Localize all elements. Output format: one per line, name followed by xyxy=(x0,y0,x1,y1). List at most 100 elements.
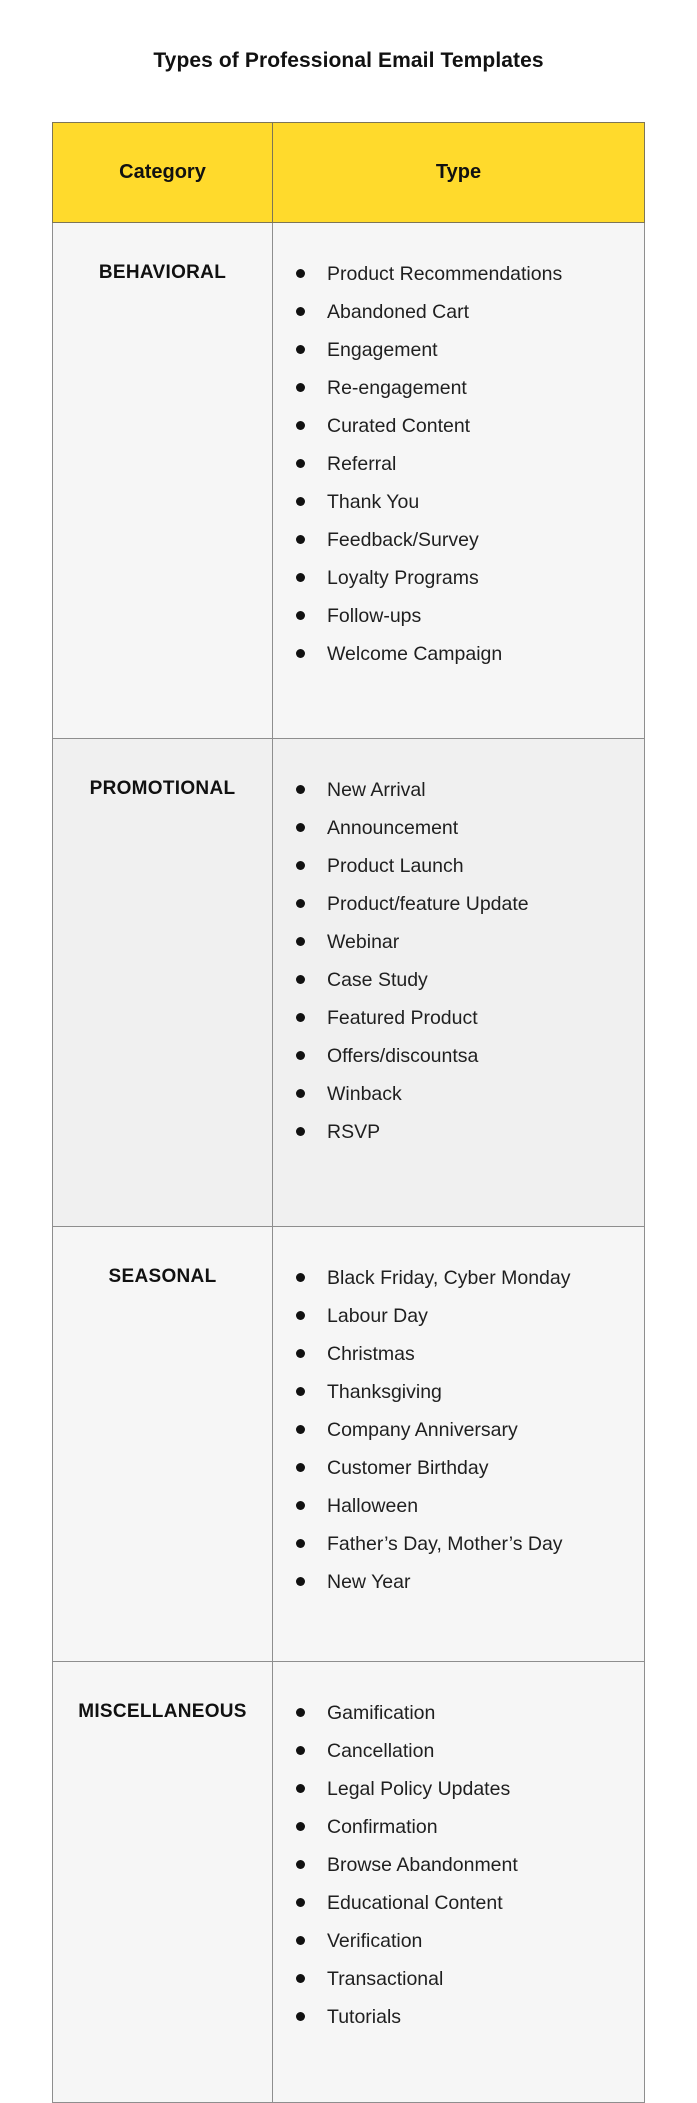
bullet-icon xyxy=(296,1784,305,1793)
list-item-label: Cancellation xyxy=(327,1740,435,1762)
list-item-label: Winback xyxy=(327,1083,402,1105)
list-item-label: Offers/discountsa xyxy=(327,1045,479,1067)
list-item: Labour Day xyxy=(273,1297,644,1335)
bullet-icon xyxy=(296,1311,305,1320)
list-item-label: Black Friday, Cyber Monday xyxy=(327,1267,571,1289)
bullet-icon xyxy=(296,573,305,582)
bullet-icon xyxy=(296,1974,305,1983)
type-cell: Product Recommendations Abandoned Cart Eng… xyxy=(272,222,645,739)
list-item-label: Labour Day xyxy=(327,1305,428,1327)
list-item: Referral xyxy=(273,445,644,483)
list-item-label: Tutorials xyxy=(327,2006,402,2028)
bullet-icon xyxy=(296,1273,305,1282)
list-item: Gamification xyxy=(273,1694,644,1732)
list-item: Cancellation xyxy=(273,1732,644,1770)
list-item: Featured Product xyxy=(273,999,644,1037)
category-cell: MISCELLANEOUS xyxy=(52,1661,273,2103)
list-item: Curated Content xyxy=(273,407,644,445)
list-item-label: Follow-ups xyxy=(327,605,422,627)
bullet-icon xyxy=(296,1539,305,1548)
list-item: Tutorials xyxy=(273,1998,644,2036)
bullet-icon xyxy=(296,1860,305,1869)
list-item-label: Featured Product xyxy=(327,1007,478,1029)
list-item: Welcome Campaign xyxy=(273,635,644,673)
column-header-category: Category xyxy=(52,122,273,223)
list-item-label: Confirmation xyxy=(327,1816,438,1838)
list-item: Abandoned Cart xyxy=(273,293,644,331)
list-item: Product Recommendations xyxy=(273,255,644,293)
list-item-label: Thanksgiving xyxy=(327,1381,442,1403)
type-cell: Gamification Cancellation Legal Policy Upd… xyxy=(272,1661,645,2103)
list-item: New Year xyxy=(273,1563,644,1601)
list-item: Halloween xyxy=(273,1487,644,1525)
list-item: Verification xyxy=(273,1922,644,1960)
list-item-label: Product Recommendations xyxy=(327,263,563,285)
type-list: Gamification Cancellation Legal Policy Upd… xyxy=(273,1694,644,2036)
list-item: Re-engagement xyxy=(273,369,644,407)
bullet-icon xyxy=(296,1463,305,1472)
list-item-label: Gamification xyxy=(327,1702,436,1724)
bullet-icon xyxy=(296,611,305,620)
table-header-row: Category Type xyxy=(52,122,645,223)
bullet-icon xyxy=(296,459,305,468)
bullet-icon xyxy=(296,1936,305,1945)
column-header-type: Type xyxy=(272,122,645,223)
bullet-icon xyxy=(296,345,305,354)
list-item-label: Verification xyxy=(327,1930,423,1952)
list-item: Loyalty Programs xyxy=(273,559,644,597)
list-item: Confirmation xyxy=(273,1808,644,1846)
list-item-label: Company Anniversary xyxy=(327,1419,518,1441)
bullet-icon xyxy=(296,535,305,544)
bullet-icon xyxy=(296,861,305,870)
bullet-icon xyxy=(296,975,305,984)
bullet-icon xyxy=(296,1898,305,1907)
type-list: New Arrival Announcement Product Launch Pro… xyxy=(273,771,644,1151)
list-item: Black Friday, Cyber Monday xyxy=(273,1259,644,1297)
list-item: Legal Policy Updates xyxy=(273,1770,644,1808)
list-item-label: Announcement xyxy=(327,817,459,839)
bullet-icon xyxy=(296,1708,305,1717)
list-item-label: Browse Abandonment xyxy=(327,1854,518,1876)
bullet-icon xyxy=(296,1013,305,1022)
list-item-label: Curated Content xyxy=(327,415,471,437)
bullet-icon xyxy=(296,421,305,430)
list-item: Feedback/Survey xyxy=(273,521,644,559)
list-item-label: Welcome Campaign xyxy=(327,643,503,665)
list-item: Father’s Day, Mother’s Day xyxy=(273,1525,644,1563)
category-cell: PROMOTIONAL xyxy=(52,738,273,1227)
list-item-label: Product Launch xyxy=(327,855,464,877)
bullet-icon xyxy=(296,823,305,832)
list-item: Engagement xyxy=(273,331,644,369)
list-item: Christmas xyxy=(273,1335,644,1373)
bullet-icon xyxy=(296,937,305,946)
list-item: Thanksgiving xyxy=(273,1373,644,1411)
table-row-miscellaneous: MISCELLANEOUS Gamification Cancellation Le… xyxy=(52,1661,645,2103)
bullet-icon xyxy=(296,1822,305,1831)
list-item: RSVP xyxy=(273,1113,644,1151)
bullet-icon xyxy=(296,1425,305,1434)
list-item-label: Christmas xyxy=(327,1343,415,1365)
bullet-icon xyxy=(296,2012,305,2021)
table-row-promotional: PROMOTIONAL New Arrival Announcement Produ… xyxy=(52,738,645,1227)
list-item: New Arrival xyxy=(273,771,644,809)
list-item-label: New Year xyxy=(327,1571,411,1593)
list-item: Product/feature Update xyxy=(273,885,644,923)
list-item-label: Abandoned Cart xyxy=(327,301,470,323)
type-list: Product Recommendations Abandoned Cart Eng… xyxy=(273,255,644,673)
list-item-label: Case Study xyxy=(327,969,428,991)
list-item-label: Transactional xyxy=(327,1968,444,1990)
list-item-label: Feedback/Survey xyxy=(327,529,479,551)
list-item-label: Thank You xyxy=(327,491,420,513)
bullet-icon xyxy=(296,1387,305,1396)
list-item-label: Loyalty Programs xyxy=(327,567,479,589)
list-item: Customer Birthday xyxy=(273,1449,644,1487)
bullet-icon xyxy=(296,1349,305,1358)
bullet-icon xyxy=(296,649,305,658)
list-item: Browse Abandonment xyxy=(273,1846,644,1884)
page-title: Types of Professional Email Templates xyxy=(153,49,544,72)
list-item: Transactional xyxy=(273,1960,644,1998)
bullet-icon xyxy=(296,383,305,392)
list-item-label: Customer Birthday xyxy=(327,1457,489,1479)
list-item: Winback xyxy=(273,1075,644,1113)
list-item: Company Anniversary xyxy=(273,1411,644,1449)
